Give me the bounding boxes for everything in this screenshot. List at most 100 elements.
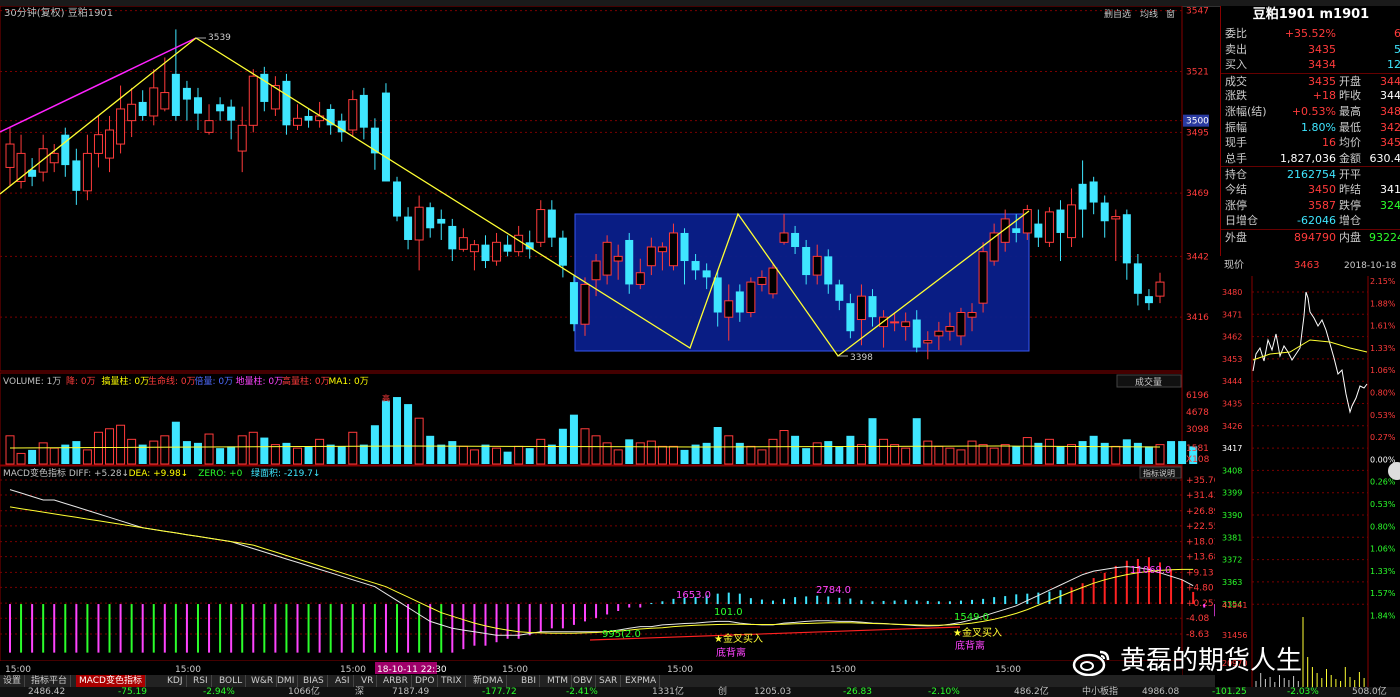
volume-bar (757, 449, 767, 465)
volume-bar (16, 452, 26, 465)
volume-bar (835, 446, 844, 464)
volume-bar (326, 444, 335, 464)
quote-label: 卖出 (1225, 42, 1247, 56)
indicator-tab[interactable]: MTM (544, 675, 573, 687)
candle-body (923, 340, 933, 344)
indicator-tab[interactable]: 新DMA (470, 675, 507, 687)
chart-toolbar-item[interactable]: 均线 (1140, 8, 1158, 20)
volume-bar (1012, 446, 1021, 464)
candle-body (1122, 214, 1131, 264)
quote-label-2: 均价 (1339, 136, 1361, 150)
macd-axis-label: +31.43 (1186, 491, 1215, 501)
mini-axis-right-label: 1.33% (1370, 344, 1396, 353)
candle-body (613, 255, 623, 262)
candle-body (1089, 181, 1098, 203)
mini-axis-left-label: 3444 (1222, 377, 1242, 386)
candle-body (978, 251, 988, 304)
time-axis-label: 15:00 (5, 665, 31, 675)
indicator-tab[interactable]: OBV (570, 675, 597, 687)
volume-bar (956, 449, 966, 465)
mini-axis-left-label: 3453 (1222, 355, 1242, 364)
candle-body (348, 99, 358, 131)
volume-bar (492, 447, 502, 465)
indicator-tab[interactable]: BOLL (216, 675, 247, 687)
volume-header-item: 高量柱: 0万 (282, 375, 330, 387)
indicator-tab[interactable]: DMI (274, 675, 299, 687)
kline-chart[interactable]: 30分钟(复权) 豆粕1901 删自选 均线窗 35473521350034953… (0, 6, 1215, 675)
weibo-logo-icon (1072, 648, 1112, 676)
volume-bar (93, 431, 103, 465)
status-item: 486.2亿 (1014, 687, 1049, 697)
quote-rows: 委比 +35.52% 6 卖出 3435 5 买入 3434 12 成交 3435 开盘 344 涨跌 +1… (1221, 26, 1400, 256)
volume-bar (1122, 439, 1131, 464)
volume-bar (458, 445, 468, 465)
quote-row: 涨幅(结) +0.53% 最高 348 (1221, 104, 1400, 119)
candle-body (304, 115, 313, 121)
indicator-tab[interactable]: 指标平台 (28, 675, 72, 687)
candle-body (93, 134, 103, 154)
volume-bar (182, 441, 191, 464)
volume-bar (934, 445, 944, 465)
mini-price-label: 现价 (1224, 259, 1244, 271)
price-axis-label: 3500 (1186, 117, 1209, 127)
candle-body (713, 277, 722, 313)
candle-body (414, 206, 424, 241)
indicator-tab[interactable]: W&R (248, 675, 278, 687)
macd-header-item: ZERO: +0 (198, 469, 242, 479)
bottom-divergence-1: 底背离 (716, 646, 746, 659)
candle-body (657, 246, 667, 253)
quote-label-2: 最高 (1339, 105, 1361, 118)
macd-header-item: DEA: +9.98↓ (129, 469, 189, 479)
indicator-tab[interactable]: BBI (518, 675, 541, 687)
candle-body (802, 246, 811, 276)
candle-body (580, 283, 590, 325)
quote-value-2: 344 (1380, 74, 1400, 88)
volume-bar (901, 447, 911, 465)
indicator-tab[interactable]: RSI (190, 675, 212, 687)
chart-toolbar-item[interactable]: 删自选 (1104, 8, 1131, 20)
macd-axis-label: +18.01 (1186, 538, 1215, 548)
watermark-text: 黄磊的期货人生 (1120, 646, 1303, 676)
quote-value: 3587 (1308, 198, 1336, 212)
indicator-tab[interactable]: TRIX (438, 675, 466, 687)
indicator-tab[interactable]: DPO (412, 675, 439, 687)
candle-body (393, 181, 402, 217)
status-item: 1066亿 (288, 687, 320, 697)
price-axis-label: 3547 (1186, 7, 1209, 17)
candle-body (105, 129, 115, 159)
candle-body (481, 244, 490, 262)
mini-axis-left-label: 3363 (1222, 578, 1242, 587)
macd-axis-label: -4.08 (1186, 614, 1210, 624)
indicator-help-label: 指标说明 (1143, 468, 1175, 478)
quote-label-2: 内盘 (1339, 230, 1361, 244)
macd-axis: +35.76+31.43+26.89+22.55+18.01+13.68+9.1… (1186, 476, 1215, 640)
volume-bar (204, 433, 214, 465)
quote-label-2: 开平 (1339, 168, 1361, 182)
indicator-tab[interactable]: BIAS (300, 675, 328, 687)
indicator-tab[interactable]: ARBR (380, 675, 412, 687)
quote-label: 涨跌 (1225, 89, 1247, 103)
macd-axis-label: +13.68 (1186, 553, 1215, 563)
quote-value: 3450 (1308, 183, 1336, 196)
volume-bar (105, 428, 115, 465)
indicator-tab[interactable]: SAR (596, 675, 622, 687)
volume-bar (160, 435, 170, 465)
candle-body (171, 73, 180, 116)
volume-bar (978, 444, 988, 465)
quote-row: 振幅 1.80% 最低 342 (1221, 120, 1400, 135)
indicator-tab-bar[interactable]: 设置 指标平台 MACD变色指标 KDJ RSI BOLL W&R DMI BIAS ASI VR A… (0, 675, 1215, 687)
volume-bar (1044, 438, 1054, 465)
candle-body (1012, 228, 1021, 233)
mini-axis-right-label: 1.06% (1370, 545, 1396, 554)
indicator-tab[interactable]: KDJ (164, 675, 187, 687)
intraday-mini-chart[interactable]: 现价 3463 2018-10-18 3480 3471 3462 3453 3444 3… (1220, 256, 1400, 687)
quote-label: 振幅 (1225, 120, 1247, 134)
chart-toolbar-item[interactable]: 窗 (1166, 8, 1175, 20)
indicator-tab[interactable]: ASI (332, 675, 354, 687)
time-axis-label: 15:00 (995, 665, 1021, 675)
indicator-tab[interactable]: 设置 (0, 675, 26, 687)
indicator-tab[interactable]: MACD变色指标 (76, 675, 146, 687)
indicator-tab[interactable]: VR (358, 675, 378, 687)
mini-axis-right-label: 1.61% (1370, 322, 1396, 331)
indicator-tab[interactable]: EXPMA (622, 675, 661, 687)
